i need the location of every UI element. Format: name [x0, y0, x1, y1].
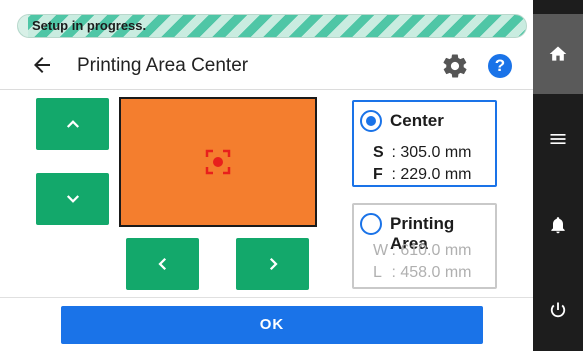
- power-button[interactable]: [533, 290, 583, 330]
- printing-area-radio[interactable]: [360, 213, 382, 235]
- center-f-row: F : 229.0 mm: [373, 166, 471, 184]
- help-icon[interactable]: ?: [488, 54, 512, 78]
- area-w-key: W: [373, 242, 389, 259]
- radio-selected-dot: [366, 116, 376, 126]
- move-left-button[interactable]: [126, 238, 199, 290]
- gear-icon[interactable]: [441, 52, 469, 80]
- status-text: Setup in progress.: [32, 18, 147, 33]
- notification-button[interactable]: [533, 205, 583, 245]
- area-l-key: L: [373, 264, 382, 281]
- home-button[interactable]: [533, 14, 583, 94]
- menu-icon: [550, 134, 566, 144]
- center-f-value: : 229.0 mm: [391, 166, 472, 183]
- footer-divider: [0, 297, 533, 298]
- back-arrow-icon[interactable]: [30, 53, 54, 77]
- move-right-button[interactable]: [236, 238, 309, 290]
- system-sidebar: [533, 0, 583, 351]
- progress-fill: [18, 15, 29, 37]
- printing-area-center-screen: Setup in progress. Printing Area Center …: [0, 0, 583, 351]
- ok-button[interactable]: OK: [61, 306, 483, 344]
- area-w-value: : 610.0 mm: [391, 242, 472, 259]
- center-target-icon: [205, 149, 231, 175]
- menu-button[interactable]: [533, 119, 583, 159]
- area-l-value: : 458.0 mm: [391, 264, 472, 281]
- chevron-down-icon: [66, 195, 79, 203]
- chevron-left-icon: [157, 257, 166, 271]
- chevron-up-icon: [66, 120, 79, 128]
- center-s-key: S: [373, 144, 384, 161]
- power-icon: [550, 302, 566, 318]
- home-icon: [549, 46, 567, 61]
- header: Printing Area Center ?: [0, 44, 533, 90]
- move-down-button[interactable]: [36, 173, 109, 225]
- printing-area-option[interactable]: Printing Area W : 610.0 mm L : 458.0 mm: [352, 203, 497, 289]
- move-up-button[interactable]: [36, 98, 109, 150]
- center-s-row: S : 305.0 mm: [373, 144, 471, 162]
- chevron-right-icon: [269, 257, 278, 271]
- center-radio[interactable]: [360, 110, 382, 132]
- area-l-row: L : 458.0 mm: [373, 264, 471, 282]
- center-label: Center: [390, 111, 444, 130]
- center-option[interactable]: Center S : 305.0 mm F : 229.0 mm: [352, 100, 497, 187]
- center-f-key: F: [373, 166, 383, 183]
- page-title: Printing Area Center: [77, 55, 249, 76]
- area-w-row: W : 610.0 mm: [373, 242, 471, 260]
- bell-icon: [551, 217, 565, 234]
- center-s-value: : 305.0 mm: [391, 144, 472, 161]
- setup-progress-bar: Setup in progress.: [17, 14, 527, 38]
